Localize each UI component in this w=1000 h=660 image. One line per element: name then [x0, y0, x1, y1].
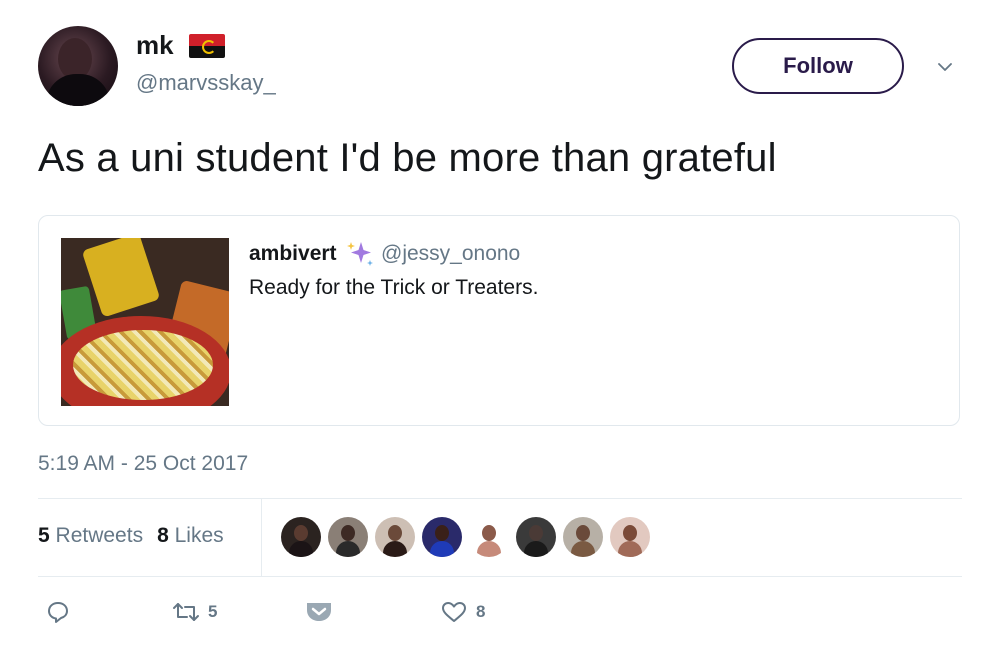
divider [38, 576, 962, 577]
angola-flag-icon [189, 34, 225, 58]
liker-avatar[interactable] [422, 517, 462, 557]
divider [38, 498, 962, 499]
liker-avatar[interactable] [469, 517, 509, 557]
quoted-tweet-text: Ready for the Trick or Treaters. [249, 276, 539, 299]
liker-avatar[interactable] [563, 517, 603, 557]
author-avatar[interactable] [38, 26, 118, 106]
like-button[interactable]: 8 [440, 600, 485, 624]
liker-avatar[interactable] [281, 517, 321, 557]
tweet-timestamp[interactable]: 5:19 AM - 25 Oct 2017 [38, 452, 248, 476]
reply-icon [48, 602, 68, 623]
tweet-text: As a uni student I'd be more than gratef… [38, 136, 777, 180]
chevron-down-icon[interactable] [938, 60, 952, 74]
tweet-actions: 5 8 [0, 600, 1000, 630]
retweet-count: 5 [208, 602, 218, 621]
author-handle[interactable]: @marvsskay_ [136, 70, 276, 96]
pocket-button[interactable] [305, 600, 333, 624]
pocket-icon [307, 603, 331, 621]
heart-icon [442, 602, 466, 622]
sparkles-icon [347, 242, 373, 266]
quoted-tweet-card[interactable]: ambivert @jessy_onono Ready for the Tric… [38, 215, 960, 426]
likes-stat[interactable]: 8 Likes [157, 524, 224, 547]
quoted-author-handle: @jessy_onono [381, 242, 521, 265]
liker-avatar[interactable] [328, 517, 368, 557]
liker-avatar[interactable] [375, 517, 415, 557]
stats-divider [261, 498, 262, 576]
reply-button[interactable] [46, 600, 70, 624]
retweet-button[interactable]: 5 [172, 600, 217, 624]
quoted-tweet-image[interactable] [61, 238, 229, 406]
liker-avatar[interactable] [610, 517, 650, 557]
retweets-stat[interactable]: 5 Retweets [38, 524, 143, 547]
retweet-icon [173, 603, 199, 621]
likers-avatars [281, 517, 650, 557]
like-count: 8 [476, 602, 486, 621]
quoted-author-name: ambivert [249, 242, 337, 265]
tweet-stats: 5 Retweets 8 Likes [38, 524, 224, 548]
follow-button[interactable]: Follow [732, 38, 904, 94]
author-name[interactable]: mk [136, 30, 174, 60]
liker-avatar[interactable] [516, 517, 556, 557]
